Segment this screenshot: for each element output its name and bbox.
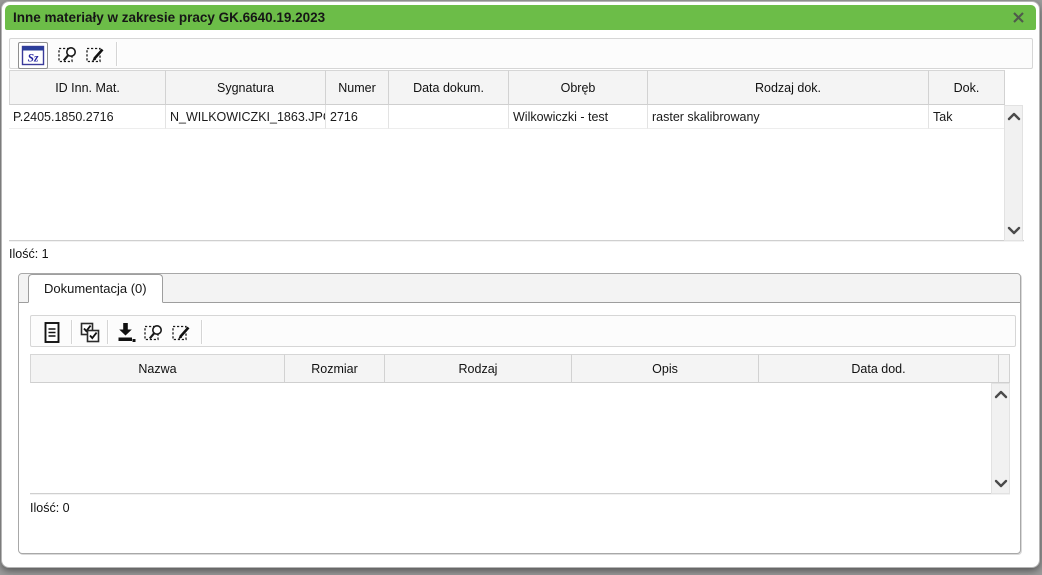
- column-header-data-dokum[interactable]: Data dokum.: [389, 70, 509, 105]
- materials-table-header: ID Inn. Mat. Sygnatura Numer Data dokum.…: [9, 70, 1005, 105]
- materials-count-label: Ilość: 1: [9, 247, 49, 261]
- column-header-opis[interactable]: Opis: [572, 354, 759, 383]
- sz-window-icon: Sz: [21, 45, 45, 66]
- screen: Inne materiały w zakresie pracy GK.6640.…: [0, 0, 1042, 575]
- column-header-data-dod[interactable]: Data dod.: [759, 354, 999, 383]
- chevron-down-icon: [1006, 225, 1022, 236]
- documentation-panel: Dokumentacja (0): [18, 273, 1021, 554]
- column-header-rodzaj-dok[interactable]: Rodzaj dok.: [648, 70, 929, 105]
- title-bar: Inne materiały w zakresie pracy GK.6640.…: [5, 5, 1036, 30]
- cell-rodzaj-dok: raster skalibrowany: [648, 105, 929, 129]
- column-header-nazwa[interactable]: Nazwa: [30, 354, 285, 383]
- column-header-numer[interactable]: Numer: [326, 70, 389, 105]
- column-header-id[interactable]: ID Inn. Mat.: [9, 70, 166, 105]
- column-header-obreb[interactable]: Obręb: [509, 70, 648, 105]
- window-title: Inne materiały w zakresie pracy GK.6640.…: [13, 10, 325, 25]
- document-icon: [41, 321, 63, 345]
- documents-scrollbar[interactable]: [991, 383, 1010, 494]
- toolbar-separator: [71, 320, 72, 344]
- column-header-rodzaj[interactable]: Rodzaj: [385, 354, 572, 383]
- toolbar-separator: [201, 320, 202, 344]
- find-document-button[interactable]: [141, 320, 166, 345]
- scroll-down-button[interactable]: [992, 475, 1009, 491]
- download-button[interactable]: [113, 320, 138, 345]
- scroll-up-button[interactable]: [992, 386, 1009, 402]
- magnifier-selection-icon: [143, 322, 165, 344]
- materials-table-bottom-border: [9, 240, 1024, 242]
- scroll-down-button[interactable]: [1005, 222, 1022, 238]
- close-button[interactable]: [1008, 7, 1029, 28]
- materials-table-row[interactable]: P.2405.1850.2716 N_WILKOWICZKI_1863.JPG …: [9, 105, 1005, 129]
- magnifier-selection-icon: [57, 44, 79, 66]
- materials-scrollbar[interactable]: [1004, 105, 1023, 241]
- column-header-sygnatura[interactable]: Sygnatura: [166, 70, 326, 105]
- column-header-filler: [999, 354, 1010, 383]
- document-button[interactable]: [39, 320, 64, 345]
- cell-data-dokum: [389, 105, 509, 129]
- edit-material-button[interactable]: [83, 42, 108, 67]
- cell-obreb: Wilkowiczki - test: [509, 105, 648, 129]
- chevron-up-icon: [993, 389, 1009, 400]
- svg-text:Sz: Sz: [28, 53, 39, 65]
- documents-table-header: Nazwa Rozmiar Rodzaj Opis Data dod.: [30, 354, 1010, 383]
- column-header-dok[interactable]: Dok.: [929, 70, 1005, 105]
- close-icon: [1011, 10, 1026, 25]
- chevron-down-icon: [993, 478, 1009, 489]
- documents-count-label: Ilość: 0: [30, 501, 70, 515]
- main-toolbar: Sz: [9, 38, 1033, 69]
- cell-id: P.2405.1850.2716: [9, 105, 166, 129]
- pencil-selection-icon: [171, 322, 193, 344]
- pencil-selection-icon: [85, 44, 107, 66]
- documentation-toolbar: [30, 315, 1016, 347]
- edit-document-button[interactable]: [169, 320, 194, 345]
- documents-table-bottom-border: [30, 493, 1010, 495]
- select-multiple-button[interactable]: [77, 320, 102, 345]
- download-icon: [115, 321, 137, 344]
- cell-numer: 2716: [326, 105, 389, 129]
- chevron-up-icon: [1006, 111, 1022, 122]
- tab-dokumentacja[interactable]: Dokumentacja (0): [28, 274, 163, 303]
- scroll-up-button[interactable]: [1005, 108, 1022, 124]
- cell-sygnatura: N_WILKOWICZKI_1863.JPG: [166, 105, 326, 129]
- find-material-button[interactable]: [55, 42, 80, 67]
- toolbar-separator: [116, 42, 117, 66]
- checkboxes-icon: [78, 321, 102, 345]
- tab-label: Dokumentacja (0): [44, 281, 147, 296]
- cell-dok: Tak: [929, 105, 1005, 129]
- tab-strip: [19, 274, 1020, 303]
- dialog-window: Inne materiały w zakresie pracy GK.6640.…: [1, 1, 1040, 568]
- toolbar-separator: [107, 320, 108, 344]
- column-header-rozmiar[interactable]: Rozmiar: [285, 354, 385, 383]
- sz-window-button[interactable]: Sz: [18, 42, 48, 69]
